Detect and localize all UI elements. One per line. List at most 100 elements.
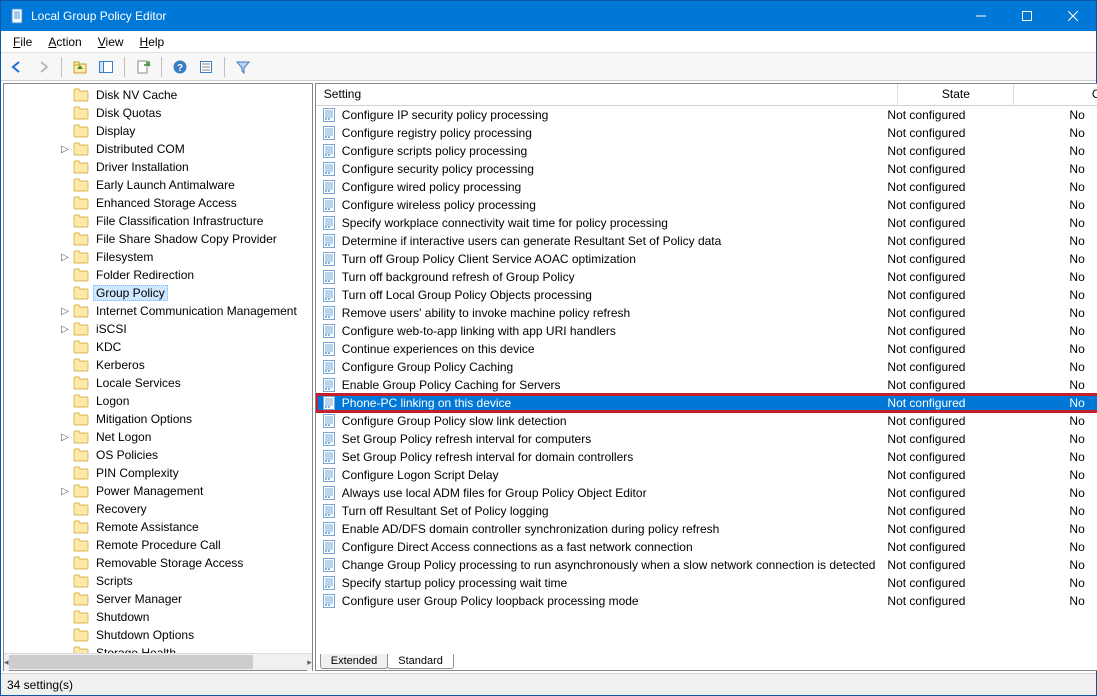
- tree-item[interactable]: File Classification Infrastructure: [4, 212, 312, 230]
- setting-row[interactable]: Enable AD/DFS domain controller synchron…: [316, 520, 1097, 538]
- export-button[interactable]: [131, 55, 155, 79]
- folder-tree[interactable]: Disk NV CacheDisk QuotasDisplay ▷ Distribu…: [4, 84, 312, 653]
- scroll-thumb[interactable]: [9, 655, 254, 669]
- tree-item[interactable]: Disk Quotas: [4, 104, 312, 122]
- setting-state: Not configured: [881, 252, 997, 266]
- setting-row[interactable]: Enable Group Policy Caching for ServersN…: [316, 376, 1097, 394]
- tree-item[interactable]: KDC: [4, 338, 312, 356]
- tree-item[interactable]: Group Policy: [4, 284, 312, 302]
- tree-item[interactable]: Locale Services: [4, 374, 312, 392]
- tree-item[interactable]: ▷ Internet Communication Management: [4, 302, 312, 320]
- help-button[interactable]: ?: [168, 55, 192, 79]
- tree-item[interactable]: PIN Complexity: [4, 464, 312, 482]
- setting-icon: [322, 468, 336, 482]
- setting-row[interactable]: Always use local ADM files for Group Pol…: [316, 484, 1097, 502]
- setting-row[interactable]: Turn off Local Group Policy Objects proc…: [316, 286, 1097, 304]
- setting-row[interactable]: Turn off background refresh of Group Pol…: [316, 268, 1097, 286]
- setting-icon: [322, 558, 336, 572]
- minimize-button[interactable]: [958, 1, 1004, 31]
- properties-button[interactable]: [194, 55, 218, 79]
- setting-row[interactable]: Turn off Group Policy Client Service AOA…: [316, 250, 1097, 268]
- scroll-right-icon[interactable]: ▸: [307, 654, 312, 671]
- tree-item[interactable]: ▷Filesystem: [4, 248, 312, 266]
- tree-item[interactable]: Shutdown: [4, 608, 312, 626]
- setting-row[interactable]: Configure wireless policy processingNot …: [316, 196, 1097, 214]
- folder-icon: [73, 466, 89, 480]
- expand-icon[interactable]: ▷: [58, 486, 72, 497]
- tree-item[interactable]: Storage Health: [4, 644, 312, 653]
- expand-icon[interactable]: ▷: [58, 432, 72, 443]
- setting-row[interactable]: Remove users' ability to invoke machine …: [316, 304, 1097, 322]
- setting-row[interactable]: Continue experiences on this deviceNot c…: [316, 340, 1097, 358]
- tree-item[interactable]: Scripts: [4, 572, 312, 590]
- tree-item[interactable]: Removable Storage Access: [4, 554, 312, 572]
- tree-hscrollbar[interactable]: ◂ ▸: [4, 653, 312, 670]
- menu-view[interactable]: View: [90, 33, 132, 51]
- expand-icon[interactable]: ▷: [58, 252, 72, 263]
- filter-button[interactable]: [231, 55, 255, 79]
- column-state[interactable]: State: [898, 84, 1014, 105]
- maximize-button[interactable]: [1004, 1, 1050, 31]
- setting-row[interactable]: Configure Logon Script DelayNot configur…: [316, 466, 1097, 484]
- setting-row[interactable]: Configure web-to-app linking with app UR…: [316, 322, 1097, 340]
- tree-item[interactable]: ▷Net Logon: [4, 428, 312, 446]
- tree-item[interactable]: Mitigation Options: [4, 410, 312, 428]
- tree-item[interactable]: Server Manager: [4, 590, 312, 608]
- setting-row[interactable]: Configure wired policy processingNot con…: [316, 178, 1097, 196]
- tree-item[interactable]: Display: [4, 122, 312, 140]
- tree-item[interactable]: Kerberos: [4, 356, 312, 374]
- close-button[interactable]: [1050, 1, 1096, 31]
- tree-item[interactable]: Logon: [4, 392, 312, 410]
- folder-icon: [73, 592, 89, 606]
- setting-icon: [322, 306, 336, 320]
- setting-row[interactable]: Configure security policy processingNot …: [316, 160, 1097, 178]
- column-comment[interactable]: Comment: [1014, 84, 1097, 105]
- settings-list[interactable]: Configure IP security policy processingN…: [316, 106, 1097, 610]
- expand-icon[interactable]: ▷: [58, 306, 72, 317]
- tree-item-label: Distributed COM: [93, 141, 188, 157]
- tree-item[interactable]: Remote Assistance: [4, 518, 312, 536]
- tree-item-label: Internet Communication Management: [93, 303, 300, 319]
- tree-item[interactable]: Recovery: [4, 500, 312, 518]
- setting-row[interactable]: Turn off Resultant Set of Policy logging…: [316, 502, 1097, 520]
- menu-help[interactable]: Help: [132, 33, 173, 51]
- setting-row[interactable]: Set Group Policy refresh interval for co…: [316, 430, 1097, 448]
- setting-row[interactable]: Configure Group Policy CachingNot config…: [316, 358, 1097, 376]
- setting-row[interactable]: Configure IP security policy processingN…: [316, 106, 1097, 124]
- expand-icon[interactable]: ▷: [58, 144, 72, 155]
- tree-item[interactable]: Driver Installation: [4, 158, 312, 176]
- up-button[interactable]: [68, 55, 92, 79]
- setting-row[interactable]: Configure user Group Policy loopback pro…: [316, 592, 1097, 610]
- setting-row[interactable]: Configure registry policy processingNot …: [316, 124, 1097, 142]
- tree-item[interactable]: ▷iSCSI: [4, 320, 312, 338]
- show-hide-tree-button[interactable]: [94, 55, 118, 79]
- column-setting[interactable]: Setting: [316, 84, 899, 105]
- setting-row[interactable]: Specify workplace connectivity wait time…: [316, 214, 1097, 232]
- menu-file[interactable]: File: [5, 33, 40, 51]
- tree-item[interactable]: Enhanced Storage Access: [4, 194, 312, 212]
- setting-row[interactable]: Configure Group Policy slow link detecti…: [316, 412, 1097, 430]
- tab-extended[interactable]: Extended: [320, 654, 388, 669]
- setting-row[interactable]: Configure Direct Access connections as a…: [316, 538, 1097, 556]
- setting-row[interactable]: Determine if interactive users can gener…: [316, 232, 1097, 250]
- setting-row[interactable]: Configure scripts policy processingNot c…: [316, 142, 1097, 160]
- forward-button[interactable]: [31, 55, 55, 79]
- tree-item[interactable]: Folder Redirection: [4, 266, 312, 284]
- tree-item[interactable]: Early Launch Antimalware: [4, 176, 312, 194]
- tab-standard[interactable]: Standard: [387, 654, 454, 669]
- tree-item[interactable]: File Share Shadow Copy Provider: [4, 230, 312, 248]
- menu-action[interactable]: Action: [40, 33, 89, 51]
- setting-row[interactable]: Specify startup policy processing wait t…: [316, 574, 1097, 592]
- tree-item[interactable]: ▷Power Management: [4, 482, 312, 500]
- tree-item[interactable]: Shutdown Options: [4, 626, 312, 644]
- back-button[interactable]: [5, 55, 29, 79]
- tree-item[interactable]: Remote Procedure Call: [4, 536, 312, 554]
- tree-item[interactable]: Disk NV Cache: [4, 86, 312, 104]
- setting-row[interactable]: Set Group Policy refresh interval for do…: [316, 448, 1097, 466]
- tree-item[interactable]: ▷ Distributed COM: [4, 140, 312, 158]
- setting-name: Turn off Resultant Set of Policy logging: [342, 504, 882, 518]
- setting-row[interactable]: Phone-PC linking on this deviceNot confi…: [316, 394, 1097, 412]
- tree-item[interactable]: OS Policies: [4, 446, 312, 464]
- expand-icon[interactable]: ▷: [58, 324, 72, 335]
- setting-row[interactable]: Change Group Policy processing to run as…: [316, 556, 1097, 574]
